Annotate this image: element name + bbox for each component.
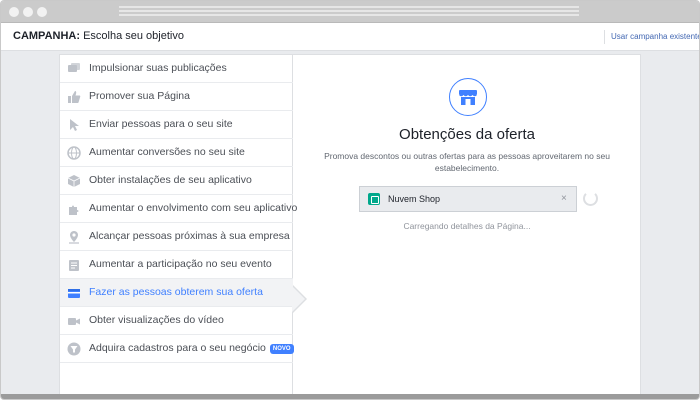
puzzle-icon xyxy=(67,202,81,216)
title-bold: CAMPANHA: xyxy=(13,30,81,42)
objective-label: Alcançar pessoas próximas à sua empresa xyxy=(89,230,290,242)
objective-label: Promover sua Página xyxy=(89,90,190,102)
objective-panel: Impulsionar suas publicações Promover su… xyxy=(59,54,641,395)
storefront-icon xyxy=(449,78,487,116)
objective-item-promote-page[interactable]: Promover sua Página xyxy=(60,83,293,111)
objective-item-lead-generation[interactable]: Adquira cadastros para o seu negócio NOVO xyxy=(60,335,294,363)
thumbs-up-icon xyxy=(67,90,81,104)
funnel-icon xyxy=(67,342,81,356)
objective-label: Aumentar o envolvimento com seu aplicati… xyxy=(89,202,298,214)
video-camera-icon xyxy=(67,314,81,328)
loading-spinner-icon xyxy=(583,191,598,206)
objective-list: Impulsionar suas publicações Promover su… xyxy=(60,55,297,394)
bottom-edge xyxy=(1,394,699,399)
objective-label: Obter visualizações do vídeo xyxy=(89,314,224,326)
objective-item-app-installs[interactable]: Obter instalações de seu aplicativo xyxy=(60,167,293,195)
address-bar-placeholder xyxy=(119,6,579,18)
use-existing-campaign-link[interactable]: Usar campanha existente xyxy=(611,32,699,41)
browser-window: CAMPANHA: Escolha seu objetivo Usar camp… xyxy=(0,0,700,400)
objective-item-boost-post[interactable]: Impulsionar suas publicações xyxy=(60,55,293,83)
event-icon xyxy=(67,258,81,272)
objective-label: Fazer as pessoas obterem sua oferta xyxy=(89,286,263,298)
window-minimize-dot[interactable] xyxy=(23,7,33,17)
clear-page-icon[interactable]: × xyxy=(561,193,567,204)
objective-label: Enviar pessoas para o seu site xyxy=(89,118,233,130)
map-pin-icon xyxy=(67,230,81,244)
objective-label: Adquira cadastros para o seu negócio NOVO xyxy=(89,342,294,354)
title-rest: Escolha seu objetivo xyxy=(80,30,184,42)
page-name: Nuvem Shop xyxy=(388,194,441,204)
loading-status: Carregando detalhes da Página... xyxy=(403,221,531,231)
cursor-icon xyxy=(67,118,81,132)
objective-item-event-responses[interactable]: Aumentar a participação no seu evento xyxy=(60,251,293,279)
objective-label: Aumentar conversões no seu site xyxy=(89,146,245,158)
objective-label-text: Adquira cadastros para o seu negócio xyxy=(89,342,266,354)
campaign-header: CAMPANHA: Escolha seu objetivo Usar camp… xyxy=(1,23,699,51)
objective-item-conversions[interactable]: Aumentar conversões no seu site xyxy=(60,139,293,167)
boost-post-icon xyxy=(67,62,81,76)
objective-details: Obtenções da oferta Promova descontos ou… xyxy=(294,55,640,394)
window-close-dot[interactable] xyxy=(9,7,19,17)
objective-description: Promova descontos ou outras ofertas para… xyxy=(324,151,610,173)
objective-item-local-awareness[interactable]: Alcançar pessoas próximas à sua empresa xyxy=(60,223,293,251)
box-icon xyxy=(67,174,81,188)
objective-label: Obter instalações de seu aplicativo xyxy=(89,174,252,186)
window-maximize-dot[interactable] xyxy=(37,7,47,17)
objective-item-website-traffic[interactable]: Enviar pessoas para o seu site xyxy=(60,111,293,139)
objective-heading: Obtenções da oferta xyxy=(399,126,535,143)
objective-label: Aumentar a participação no seu evento xyxy=(89,258,272,270)
objective-item-video-views[interactable]: Obter visualizações do vídeo xyxy=(60,307,293,335)
objective-item-app-engagement[interactable]: Aumentar o envolvimento com seu aplicati… xyxy=(60,195,297,223)
page-selector[interactable]: Nuvem Shop × xyxy=(359,186,577,212)
new-badge: NOVO xyxy=(269,344,294,354)
globe-icon xyxy=(67,146,81,160)
offer-icon xyxy=(67,286,81,300)
browser-titlebar xyxy=(1,1,699,23)
page-title: CAMPANHA: Escolha seu objetivo xyxy=(13,30,184,42)
objective-label: Impulsionar suas publicações xyxy=(89,62,227,74)
objective-item-offer-claims[interactable]: Fazer as pessoas obterem sua oferta xyxy=(60,279,293,307)
page-store-icon xyxy=(368,193,380,205)
header-divider xyxy=(604,30,605,44)
